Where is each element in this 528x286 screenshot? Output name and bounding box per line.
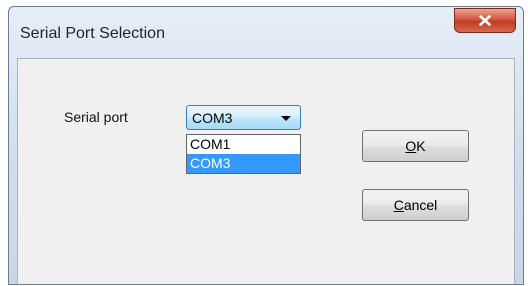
cancel-button[interactable]: Cancel <box>362 189 469 221</box>
chevron-down-icon <box>281 116 291 121</box>
ok-mnemonic: O <box>405 138 417 154</box>
dialog-window: Serial Port Selection Serial port COM3 C… <box>8 6 524 285</box>
serial-port-combobox[interactable]: COM3 <box>186 105 301 130</box>
close-icon <box>479 15 491 26</box>
dropdown-option-com1[interactable]: COM1 <box>187 135 300 154</box>
dropdown-option-com3[interactable]: COM3 <box>187 154 300 173</box>
cancel-mnemonic: C <box>393 197 404 213</box>
serial-port-value: COM3 <box>192 110 233 126</box>
ok-button[interactable]: OK <box>362 130 469 162</box>
window-title: Serial Port Selection <box>20 25 165 42</box>
ok-label-rest: K <box>416 138 426 154</box>
serial-port-label: Serial port <box>64 109 128 125</box>
title-bar[interactable]: Serial Port Selection <box>9 7 523 58</box>
serial-port-dropdown-list[interactable]: COM1 COM3 <box>186 134 301 174</box>
cancel-label-rest: ancel <box>403 197 438 213</box>
close-button[interactable] <box>454 8 516 33</box>
dialog-content: Serial port COM3 COM1 COM3 OK Cancel <box>17 58 515 284</box>
